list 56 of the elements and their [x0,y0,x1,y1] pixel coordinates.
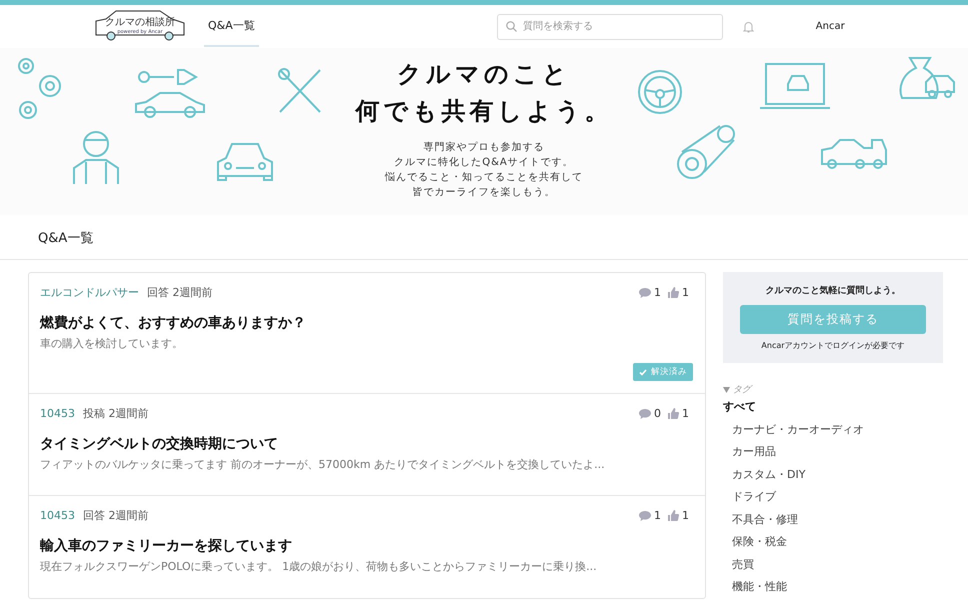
question-excerpt: 車の購入を検討しています。 [40,336,184,351]
question-title[interactable]: 輸入車のファミリーカーを探しています [40,537,693,555]
question-item[interactable]: 10453 回答 2週間前 1 1 輸入車のファミリーカーを探しています 現在フォルクスワーゲンPOLOに乗っています。 1歳の娘がおり、荷物も多いことからファミリーカーに乗り換... [29,495,705,598]
thumbs-up-icon [668,510,679,521]
tag-link[interactable]: カー用品 [723,441,943,464]
question-title[interactable]: タイミングベルトの交換時期について [40,435,693,453]
tag-link[interactable]: 機能・性能 [723,576,943,598]
search-field[interactable]: 質問を検索する [496,14,723,40]
post-meta: 投稿 2週間前 [83,406,148,421]
author-link[interactable]: 10453 [40,509,75,522]
like-count: 1 [682,407,689,420]
comment-icon [639,510,651,520]
search-icon [506,20,517,32]
logo-title: クルマの相談所 [105,16,175,28]
hero-headline: 何でも共有しよう。 [356,96,612,127]
question-item[interactable]: エルコンドルパサー 回答 2週間前 1 1 燃費がよくて、おすすめの車ありますか？ 車の購入を検討しています。 解決済み [29,273,705,393]
tags-heading: タグ [733,384,751,396]
question-excerpt: 現在フォルクスワーゲンPOLOに乗っています。 1歳の娘がおり、荷物も多いことからファミリーカーに乗り換... [40,559,598,574]
post-meta: 回答 2週間前 [83,508,148,523]
hero-headline: クルマのこと [397,59,571,90]
question-excerpt: フィアットのバルケッタに乗ってます 前のオーナーが、57000km あたりでタイミングベルトを交換していたよ... [40,457,606,472]
car-icon [134,90,206,120]
tag-link[interactable]: ドライブ [723,486,943,508]
tag-link[interactable]: カスタム・DIY [723,464,943,486]
post-meta: 回答 2週間前 [147,285,212,300]
like-count: 1 [682,286,689,299]
comment-count: 0 [654,407,661,420]
tag-link[interactable]: 売買 [723,554,943,576]
tag-link[interactable]: 保険・税金 [723,531,943,554]
tag-link[interactable]: すべて [723,396,943,418]
hero-description: 専門家やプロも参加する クルマに特化したQ&Aサイトです。 悩んでること・知ってることを共有して 皆でカーライフを楽しもう。 [385,140,583,200]
bell-icon[interactable] [742,20,754,32]
caret-icon[interactable] [723,386,730,392]
author-link[interactable]: エルコンドルパサー [40,285,139,300]
mechanic-drawing [70,128,122,186]
question-title[interactable]: 燃費がよくて、おすすめの車ありますか？ [40,314,693,332]
ask-prompt: クルマのこと気軽に質問しよう。 [766,284,900,297]
thumbs-up-icon [668,408,679,419]
tow-truck-icon [820,136,888,172]
comment-icon [639,408,651,418]
like-count: 1 [682,509,689,522]
laptop-icon [760,62,830,112]
user-name[interactable]: Ancar [816,21,845,32]
steering-wheel-icon [636,68,684,116]
car-front-icon [214,140,276,182]
login-note: Ancarアカウントでログインが必要です [761,340,905,351]
question-item[interactable]: 10453 投稿 2週間前 0 1 タイミングベルトの交換時期について フィアットのバルケッタに乗ってます 前のオーナーが、57000km あたりでタイミングベルトを交換していたよ... [29,393,705,495]
comment-count: 1 [654,509,661,522]
comment-count: 1 [654,286,661,299]
comment-icon [639,288,651,298]
author-link[interactable]: 10453 [40,407,75,420]
solved-badge: 解決済み [633,363,693,381]
tag-link[interactable]: 不具合・修理 [723,508,943,531]
section-title: Q&A一覧 [0,215,968,260]
thumbs-up-icon [668,287,679,298]
tag-link[interactable]: カーナビ・カーオーディオ [723,418,943,441]
